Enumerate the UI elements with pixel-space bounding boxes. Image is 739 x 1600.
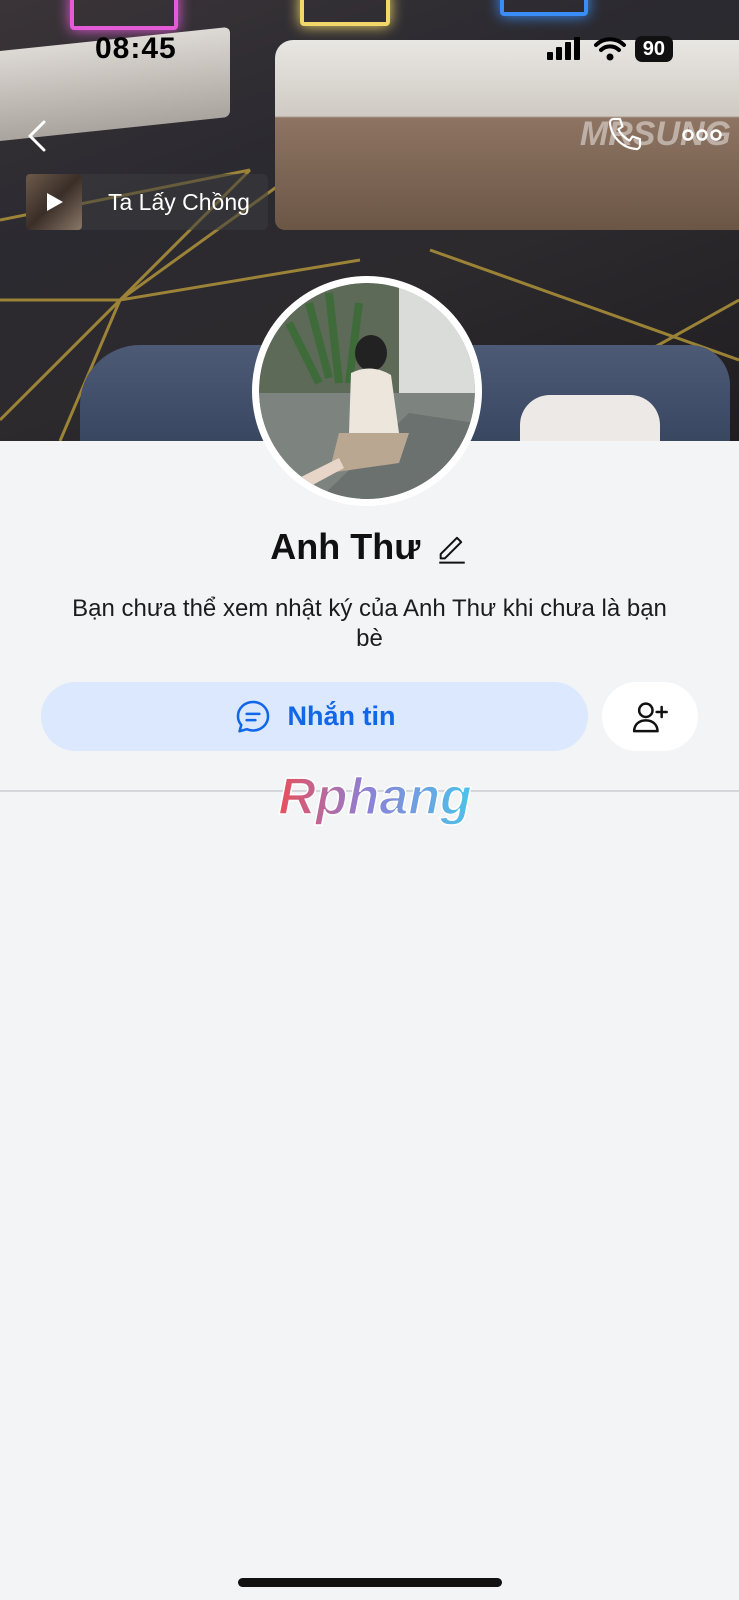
status-bar: 08:45 90 [0,30,739,70]
add-friend-icon [632,701,668,732]
avatar[interactable] [252,276,482,506]
play-icon [47,193,63,211]
album-art [26,174,82,230]
status-icons: 90 [545,36,673,62]
watermark-text: Rphang [278,768,472,826]
watermark-logo: Rphang [277,768,472,827]
profile-name: Anh Thư [270,526,421,567]
back-button[interactable] [22,116,56,156]
phone-icon [608,117,642,151]
message-button[interactable]: Nhắn tin [41,682,588,751]
call-button[interactable] [605,114,645,154]
status-time: 08:45 [95,32,177,65]
wifi-icon [593,37,626,61]
profile-music[interactable]: Ta Lấy Chồng [26,174,268,230]
pencil-icon [438,536,465,564]
message-button-label: Nhắn tin [287,701,396,731]
edit-name-button[interactable] [435,530,469,564]
battery-indicator: 90 [634,36,673,62]
avatar-photo [259,283,475,499]
home-indicator[interactable] [238,1578,502,1587]
profile-name-row: Anh Thư [0,526,739,568]
more-button[interactable] [680,120,724,150]
shoe [520,395,660,441]
more-dots-icon [682,129,722,141]
add-friend-button[interactable] [602,682,698,751]
chat-bubble-icon [236,700,269,733]
chevron-left-icon [28,120,46,152]
signal-icon [546,37,580,60]
music-title: Ta Lấy Chồng [108,188,250,215]
privacy-notice: Bạn chưa thể xem nhật ký của Anh Thư khi… [72,595,667,652]
